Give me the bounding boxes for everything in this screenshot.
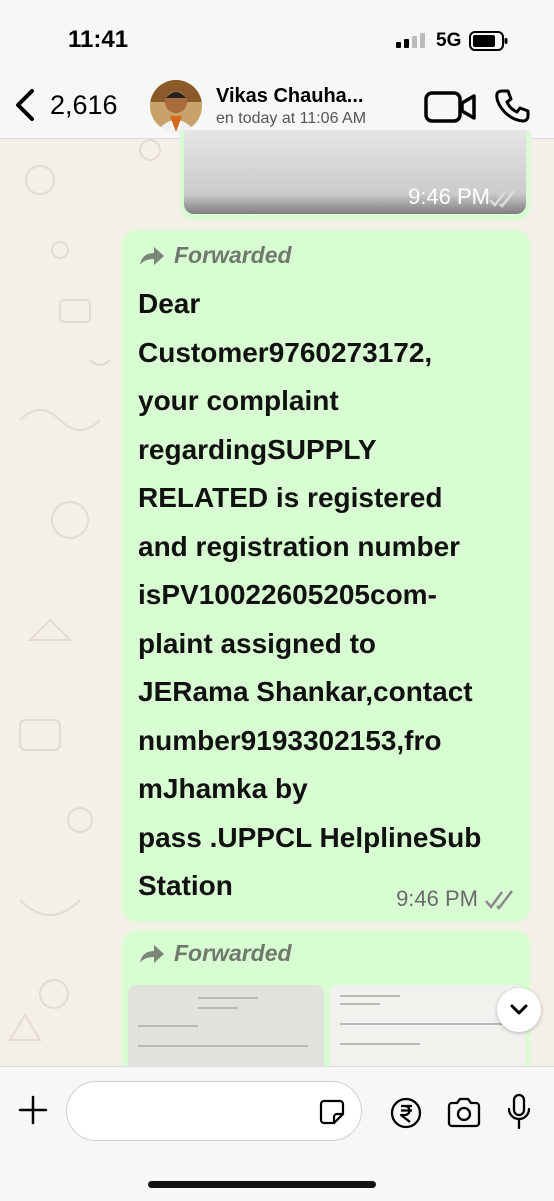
chevron-down-icon: [510, 1004, 528, 1015]
contact-name[interactable]: Vikas Chauha...: [216, 85, 386, 108]
message-time: 9:46 PM: [396, 886, 478, 911]
video-call-icon[interactable]: [424, 90, 476, 124]
image-message[interactable]: 9:46 PM: [180, 130, 530, 220]
forwarded-indicator: Forwarded: [138, 242, 292, 269]
sticker-icon[interactable]: [318, 1098, 346, 1126]
message-body: Dear Customer9760273172, your complaint …: [138, 288, 482, 901]
signal-icon: [396, 33, 425, 48]
scroll-to-bottom-button[interactable]: [497, 988, 541, 1032]
plus-icon[interactable]: [16, 1093, 50, 1127]
back-chevron-icon[interactable]: [12, 88, 36, 122]
home-indicator: [148, 1181, 376, 1188]
status-time: 11:41: [68, 26, 129, 53]
forwarded-label: Forwarded: [174, 940, 292, 966]
network-label: 5G: [436, 30, 462, 51]
forwarded-indicator: Forwarded: [138, 940, 292, 967]
status-bar: 11:41 5G: [0, 0, 554, 70]
rupee-payment-icon[interactable]: [390, 1097, 422, 1129]
unread-count[interactable]: 2,616: [50, 90, 118, 121]
message-time: 9:46 PM: [408, 184, 490, 209]
message-input-bar: [0, 1066, 554, 1201]
contact-avatar[interactable]: [150, 80, 202, 132]
double-check-icon: [489, 190, 515, 208]
chat-header: 2,616 Vikas Chauha... en today at 11:06 …: [0, 70, 554, 139]
forward-arrow-icon: [140, 246, 164, 265]
forwarded-label: Forwarded: [174, 242, 292, 268]
forwarded-text-message[interactable]: Forwarded Dear Customer9760273172, your …: [122, 230, 530, 922]
camera-icon[interactable]: [446, 1097, 482, 1129]
double-check-icon: [485, 890, 513, 910]
battery-icon: [469, 31, 508, 51]
microphone-icon[interactable]: [506, 1093, 532, 1131]
forward-arrow-icon: [140, 944, 164, 963]
phone-call-icon[interactable]: [494, 88, 530, 124]
last-seen-status: en today at 11:06 AM: [216, 110, 367, 127]
